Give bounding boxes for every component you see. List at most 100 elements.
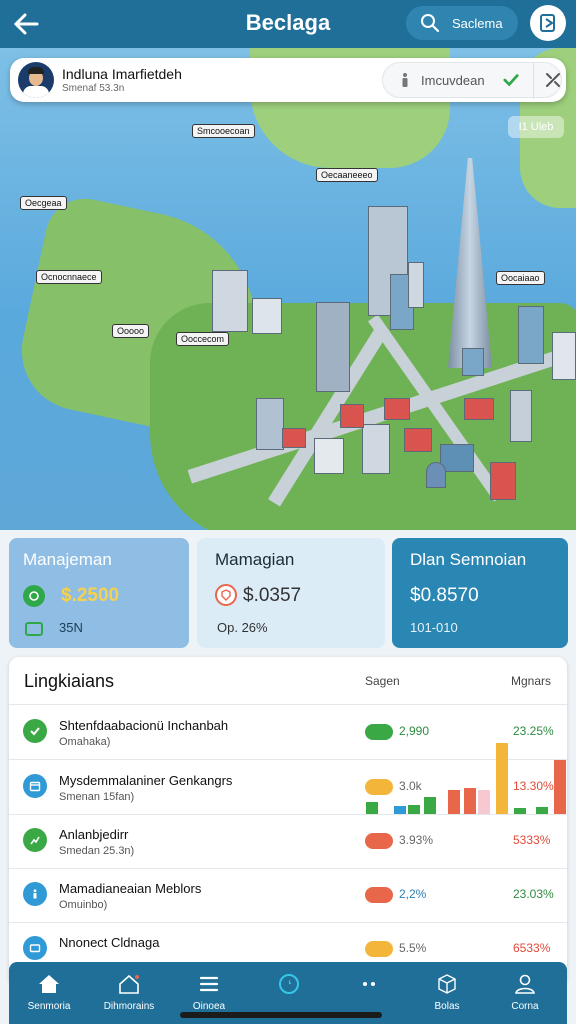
- check-icon[interactable]: [503, 72, 519, 88]
- compass-icon: [277, 972, 301, 996]
- more-icon: [357, 972, 381, 996]
- status-pill: [365, 724, 393, 740]
- building: [426, 462, 446, 488]
- menu-icon: [197, 972, 221, 996]
- nav-item-houses[interactable]: Dihmorains: [89, 962, 169, 1024]
- nav-label: Dihmorains: [103, 1001, 155, 1012]
- house-outline-icon: [117, 972, 141, 996]
- search-label: Saclema: [452, 15, 503, 31]
- mini-bar: [366, 802, 378, 814]
- building: [212, 270, 248, 332]
- mini-bar: [536, 807, 548, 814]
- item-value: 5.5%: [399, 941, 427, 955]
- item-subtitle: Smenan 15fan): [59, 791, 135, 803]
- stat-title: Dlan Semnoian: [410, 550, 527, 569]
- stat-value: $0.8570: [410, 585, 479, 606]
- item-value: 3.93%: [399, 833, 434, 847]
- list-item[interactable]: Anlanbjedirr Smedan 25.3n) 3.93% 5333%: [9, 815, 567, 869]
- map-badge[interactable]: I1 Uleb: [508, 116, 564, 138]
- search-button[interactable]: Saclema: [406, 6, 518, 40]
- map-label[interactable]: Smcooecoan: [192, 124, 255, 138]
- nav-item-cube[interactable]: Bolas: [407, 962, 487, 1024]
- avatar-hair: [28, 67, 44, 74]
- mini-bar: [408, 805, 420, 814]
- action-label[interactable]: Imcuvdean: [421, 73, 485, 88]
- building: [340, 404, 364, 428]
- stat-card[interactable]: Mamagian $.0357 Op. 26%: [197, 538, 385, 648]
- mini-bar: [514, 808, 526, 814]
- item-percent: 6533%: [513, 941, 551, 955]
- map-label[interactable]: Ooooo: [112, 324, 150, 338]
- building: [404, 428, 432, 452]
- avatar[interactable]: [18, 62, 54, 98]
- status-pill: [365, 833, 393, 849]
- profile-actions[interactable]: Imcuvdean: [382, 62, 562, 99]
- nav-item-profile[interactable]: Corna: [485, 962, 565, 1024]
- document-icon: [540, 14, 555, 32]
- city-map[interactable]: Smcooecoan Oecgeaa Oecaaneeeo Ocnocnnaec…: [0, 48, 576, 530]
- home-icon: [37, 972, 61, 996]
- building: [490, 462, 516, 500]
- stat-card[interactable]: Dlan Semnoian $0.8570 101-010: [392, 538, 568, 648]
- calendar-icon: [23, 774, 47, 798]
- map-label[interactable]: Ocnocnnaece: [36, 270, 102, 284]
- profile-subtitle: Smenaf 53.3n: [62, 83, 125, 94]
- status-pill: [365, 887, 393, 903]
- mini-bar: [478, 790, 490, 814]
- panel-title: Lingkiaians: [24, 671, 115, 691]
- map-label[interactable]: Oecaaneeeo: [316, 168, 378, 182]
- mini-bar-chart: [356, 742, 566, 814]
- item-title: Mysdemmalaniner Genkangrs: [59, 773, 233, 788]
- list-panel: Lingkiaians Sagen Mgnars Shtenfdaabacion…: [9, 657, 567, 987]
- mini-bar: [424, 797, 436, 814]
- map-label[interactable]: Oecgeaa: [20, 196, 67, 210]
- item-value: 2,990: [399, 724, 430, 738]
- building: [552, 332, 576, 380]
- search-icon: [421, 14, 440, 33]
- profile-button[interactable]: [530, 5, 566, 41]
- chart-icon: [23, 828, 47, 852]
- item-percent: 5333%: [513, 833, 551, 847]
- app-header: Beclaga Saclema: [0, 0, 576, 48]
- stat-value: $.0357: [243, 585, 302, 606]
- panel-header: Lingkiaians Sagen Mgnars: [9, 657, 567, 705]
- mini-bar: [464, 788, 476, 814]
- card-icon: [23, 936, 47, 960]
- profile-card[interactable]: Indluna Imarfietdeh Smenaf 53.3n Imcuvde…: [10, 58, 566, 102]
- info-icon: [397, 72, 413, 88]
- list-item[interactable]: Mamadianeaian Meblors Omuinbo) 2,2% 23.0…: [9, 869, 567, 923]
- building: [314, 438, 344, 474]
- divider: [533, 63, 534, 99]
- building: [464, 398, 494, 420]
- info-icon: [23, 882, 47, 906]
- column-header[interactable]: Mgnars: [511, 674, 551, 688]
- item-value: 2,2%: [399, 887, 427, 901]
- stat-card[interactable]: Manajeman $.2500 35N: [9, 538, 189, 648]
- item-percent: 23.03%: [513, 887, 554, 901]
- item-title: Nnonect Cldnaga: [59, 935, 160, 950]
- building: [316, 302, 350, 392]
- building: [256, 398, 284, 450]
- map-label[interactable]: Oocaiaao: [496, 271, 545, 285]
- user-icon: [513, 972, 537, 996]
- stat-sub: 35N: [59, 620, 83, 635]
- column-header[interactable]: Sagen: [365, 674, 400, 688]
- cube-icon: [435, 972, 459, 996]
- building: [384, 398, 410, 420]
- tower: [448, 158, 492, 368]
- mini-bar: [394, 806, 406, 814]
- nav-label: Corna: [511, 1001, 539, 1012]
- status-pill: [365, 941, 393, 957]
- coin-icon: [23, 585, 45, 607]
- mini-bar: [554, 760, 566, 814]
- map-label[interactable]: Ooccecom: [176, 332, 230, 346]
- building: [362, 424, 390, 474]
- nav-label: Bolas: [434, 1001, 460, 1012]
- tools-icon[interactable]: [545, 72, 561, 88]
- building: [408, 262, 424, 308]
- building: [462, 348, 484, 376]
- stat-title: Manajeman: [23, 550, 112, 569]
- nav-item-home[interactable]: Senmoria: [9, 962, 89, 1024]
- check-circle-icon: [23, 719, 47, 743]
- home-indicator: [180, 1012, 382, 1018]
